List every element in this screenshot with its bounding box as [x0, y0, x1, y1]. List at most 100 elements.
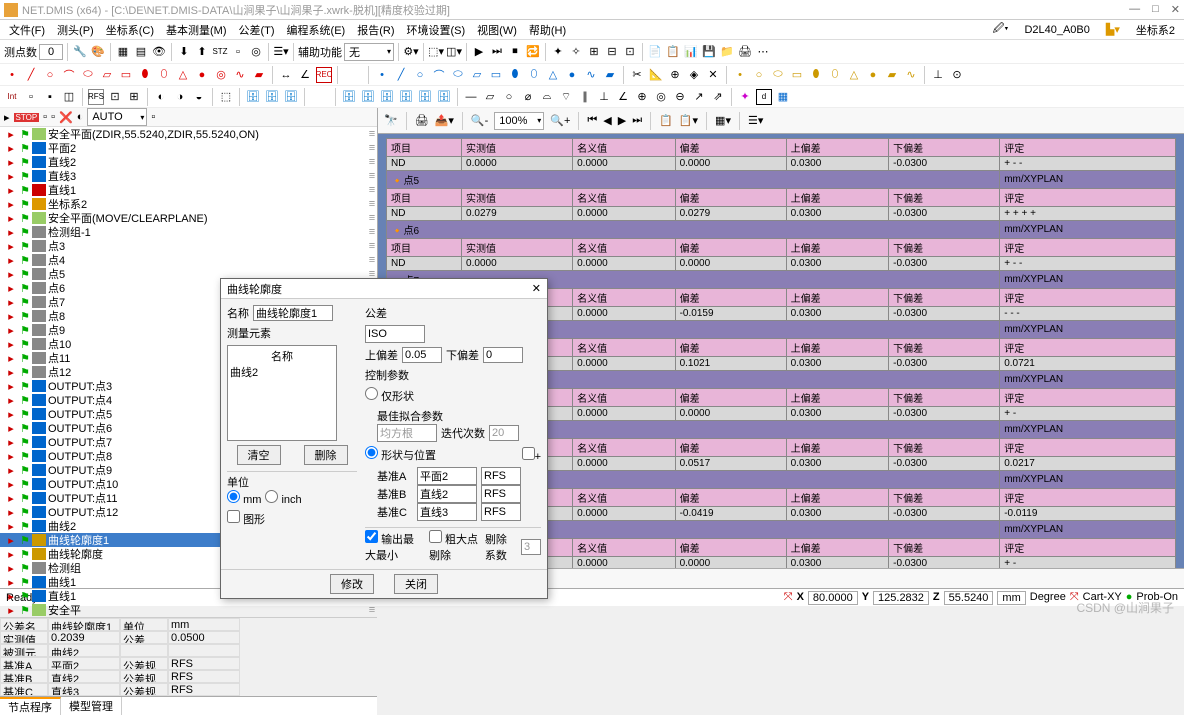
zoom-dropdown[interactable]: 100% [494, 112, 544, 130]
tab-model[interactable]: 模型管理 [61, 697, 122, 715]
b-ci-icon[interactable]: ○ [412, 67, 428, 83]
menu-report[interactable]: 报告(R) [352, 22, 399, 38]
out-mm-check[interactable]: 输出最大最小 [365, 530, 425, 563]
curve-icon[interactable]: ∿ [232, 67, 248, 83]
shape-pos-radio[interactable]: 形状与位置 [365, 446, 436, 463]
dim1-icon[interactable]: ⊞ [586, 44, 602, 60]
next2-icon[interactable]: ▶ [618, 114, 626, 127]
t-pos-icon[interactable]: ⊕ [634, 89, 650, 105]
s4-icon[interactable]: ◫ [61, 89, 77, 105]
first-icon[interactable]: ⏮ [587, 114, 597, 127]
y-co-icon[interactable]: △ [846, 67, 862, 83]
tree-row[interactable]: ▸⚑点4≡ [0, 253, 377, 267]
surf-icon[interactable]: ▰ [251, 67, 267, 83]
menu-prog[interactable]: 编程系统(E) [282, 22, 351, 38]
axis2-icon[interactable]: ✧ [568, 44, 584, 60]
db-select[interactable]: 直线2 [417, 485, 477, 503]
arrow-icon[interactable]: ▸ [4, 111, 10, 124]
zoomout-icon[interactable]: 🔍- [471, 114, 488, 127]
binoc-icon[interactable]: 🔭 [384, 114, 398, 127]
t-trun-icon[interactable]: ⇗ [710, 89, 726, 105]
b-pt-icon[interactable]: • [374, 67, 390, 83]
b-sp-icon[interactable]: ● [564, 67, 580, 83]
unit-mm[interactable]: mm [227, 490, 261, 506]
s2-icon[interactable]: ▫ [23, 89, 39, 105]
cyl-icon[interactable]: ⬯ [156, 67, 172, 83]
export-icon[interactable]: 📤▾ [435, 114, 454, 127]
status-mm[interactable]: mm [997, 591, 1025, 605]
s3-icon[interactable]: ▪ [42, 89, 58, 105]
t-prof-icon[interactable]: ⌓ [539, 89, 555, 105]
y-sl-icon[interactable]: ⬮ [808, 67, 824, 83]
tab-nodeprog[interactable]: 节点程序 [0, 697, 61, 715]
menu-help[interactable]: 帮助(H) [524, 22, 571, 38]
z1-icon[interactable]: ⊥ [930, 67, 946, 83]
b-co-icon[interactable]: △ [545, 67, 561, 83]
coarse-check[interactable]: 粗大点剔除 [429, 530, 481, 563]
db3-icon[interactable]: 🗄 [283, 89, 299, 105]
next-icon[interactable]: ⏭ [489, 44, 505, 60]
t-rnd-icon[interactable]: ○ [501, 89, 517, 105]
iso-select[interactable]: ISO [365, 325, 425, 343]
t2-icon[interactable]: ▫ [43, 111, 47, 123]
db6-icon[interactable]: 🗄 [379, 89, 395, 105]
grid2-icon[interactable]: ▦▾ [715, 114, 731, 127]
rfs-icon[interactable]: RFS [88, 89, 104, 105]
prev-icon[interactable]: ◀ [603, 114, 611, 127]
ut-input[interactable] [402, 347, 442, 363]
m2-icon[interactable]: d [756, 89, 772, 105]
tree-row[interactable]: ▸⚑直线1≡ [0, 183, 377, 197]
plus-check[interactable] [522, 447, 535, 460]
s10-icon[interactable]: ◒ [191, 89, 207, 105]
t-sprof-icon[interactable]: ⌔ [558, 89, 574, 105]
b-re-icon[interactable]: ▭ [488, 67, 504, 83]
last-icon[interactable]: ⏭ [632, 114, 642, 127]
menu-measure[interactable]: 基本测量(M) [161, 22, 232, 38]
arrow-down-icon[interactable]: ⬇ [176, 44, 192, 60]
print2-icon[interactable]: 🖨 [415, 114, 429, 127]
circle-icon[interactable]: ○ [42, 67, 58, 83]
max-button[interactable]: □ [1152, 3, 1159, 16]
play-icon[interactable]: ▶ [471, 44, 487, 60]
m1-icon[interactable]: ✦ [737, 89, 753, 105]
da-rfs[interactable]: RFS [481, 467, 521, 485]
y-el-icon[interactable]: ⬭ [770, 67, 786, 83]
s8-icon[interactable]: ◐ [153, 89, 169, 105]
slot-icon[interactable]: ⬮ [137, 67, 153, 83]
min-button[interactable]: — [1129, 3, 1140, 16]
tree-row[interactable]: ▸⚑直线2≡ [0, 155, 377, 169]
t3-icon[interactable]: ▫ [51, 111, 55, 123]
close-button2[interactable]: 关闭 [394, 574, 438, 594]
plane-icon[interactable]: ▱ [99, 67, 115, 83]
auto-dropdown[interactable]: AUTO [87, 108, 147, 126]
y-cy-icon[interactable]: ⬯ [827, 67, 843, 83]
arc-icon[interactable]: ⌒ [61, 67, 77, 83]
t6-icon[interactable]: ▫ [151, 111, 155, 123]
grid-icon[interactable]: ▦ [115, 44, 131, 60]
tree-row[interactable]: ▸⚑点3≡ [0, 239, 377, 253]
axis-icon[interactable]: ✦ [550, 44, 566, 60]
close-button[interactable]: ✕ [1171, 3, 1180, 16]
cube2-icon[interactable]: ◫▾ [446, 44, 462, 60]
b-sl-icon[interactable]: ⬮ [507, 67, 523, 83]
delete-button[interactable]: 删除 [304, 445, 348, 465]
box-icon[interactable]: ▫ [230, 44, 246, 60]
sphere-icon[interactable]: ● [194, 67, 210, 83]
dim2-icon[interactable]: ⊟ [604, 44, 620, 60]
points-input[interactable] [39, 44, 63, 60]
ellipse-icon[interactable]: ⬭ [80, 67, 96, 83]
list2-icon[interactable]: ☰▾ [748, 114, 763, 127]
stz-icon[interactable]: STZ [212, 44, 228, 60]
menu-cs[interactable]: 坐标系(C) [101, 22, 159, 38]
t-par-icon[interactable]: ∥ [577, 89, 593, 105]
y-re-icon[interactable]: ▭ [789, 67, 805, 83]
b-pl-icon[interactable]: ▱ [469, 67, 485, 83]
dc-rfs[interactable]: RFS [481, 503, 521, 521]
shape-only-radio[interactable]: 仅形状 [365, 387, 541, 404]
method-select[interactable]: 均方根 [377, 424, 437, 442]
x4-icon[interactable]: ◈ [686, 67, 702, 83]
x1-icon[interactable]: ✂ [629, 67, 645, 83]
torus-icon[interactable]: ◎ [213, 67, 229, 83]
rect-icon[interactable]: ▭ [118, 67, 134, 83]
stop2-icon[interactable]: ⏹ [507, 44, 523, 60]
